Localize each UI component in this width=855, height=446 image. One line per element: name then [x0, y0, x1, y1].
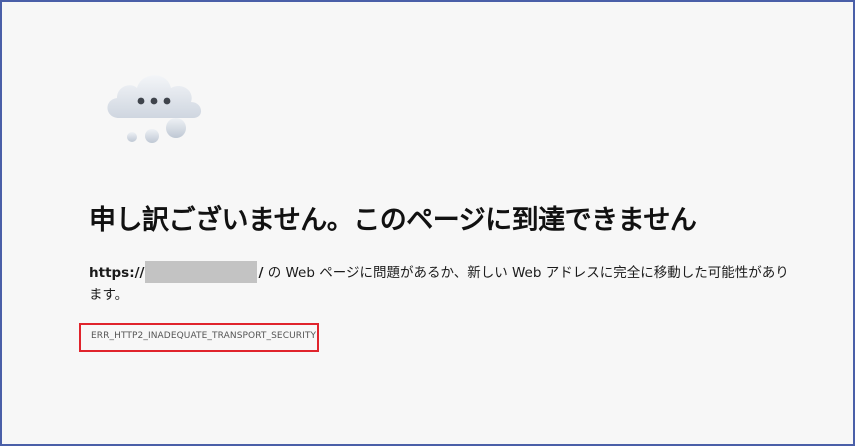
- error-code: ERR_HTTP2_INADEQUATE_TRANSPORT_SECURITY: [91, 331, 317, 341]
- browser-content-frame: 申し訳ございません。このページに到達できません https:/// の Web …: [0, 0, 855, 446]
- error-code-highlight: ERR_HTTP2_INADEQUATE_TRANSPORT_SECURITY: [79, 323, 319, 352]
- page-title: 申し訳ございません。このページに到達できません: [89, 205, 697, 236]
- cloud-dots-icon: [107, 75, 202, 143]
- url-prefix: https://: [89, 265, 145, 281]
- error-message: https:/// の Web ページに問題があるか、新しい Web アドレスに…: [89, 261, 799, 306]
- redacted-url: [145, 261, 258, 283]
